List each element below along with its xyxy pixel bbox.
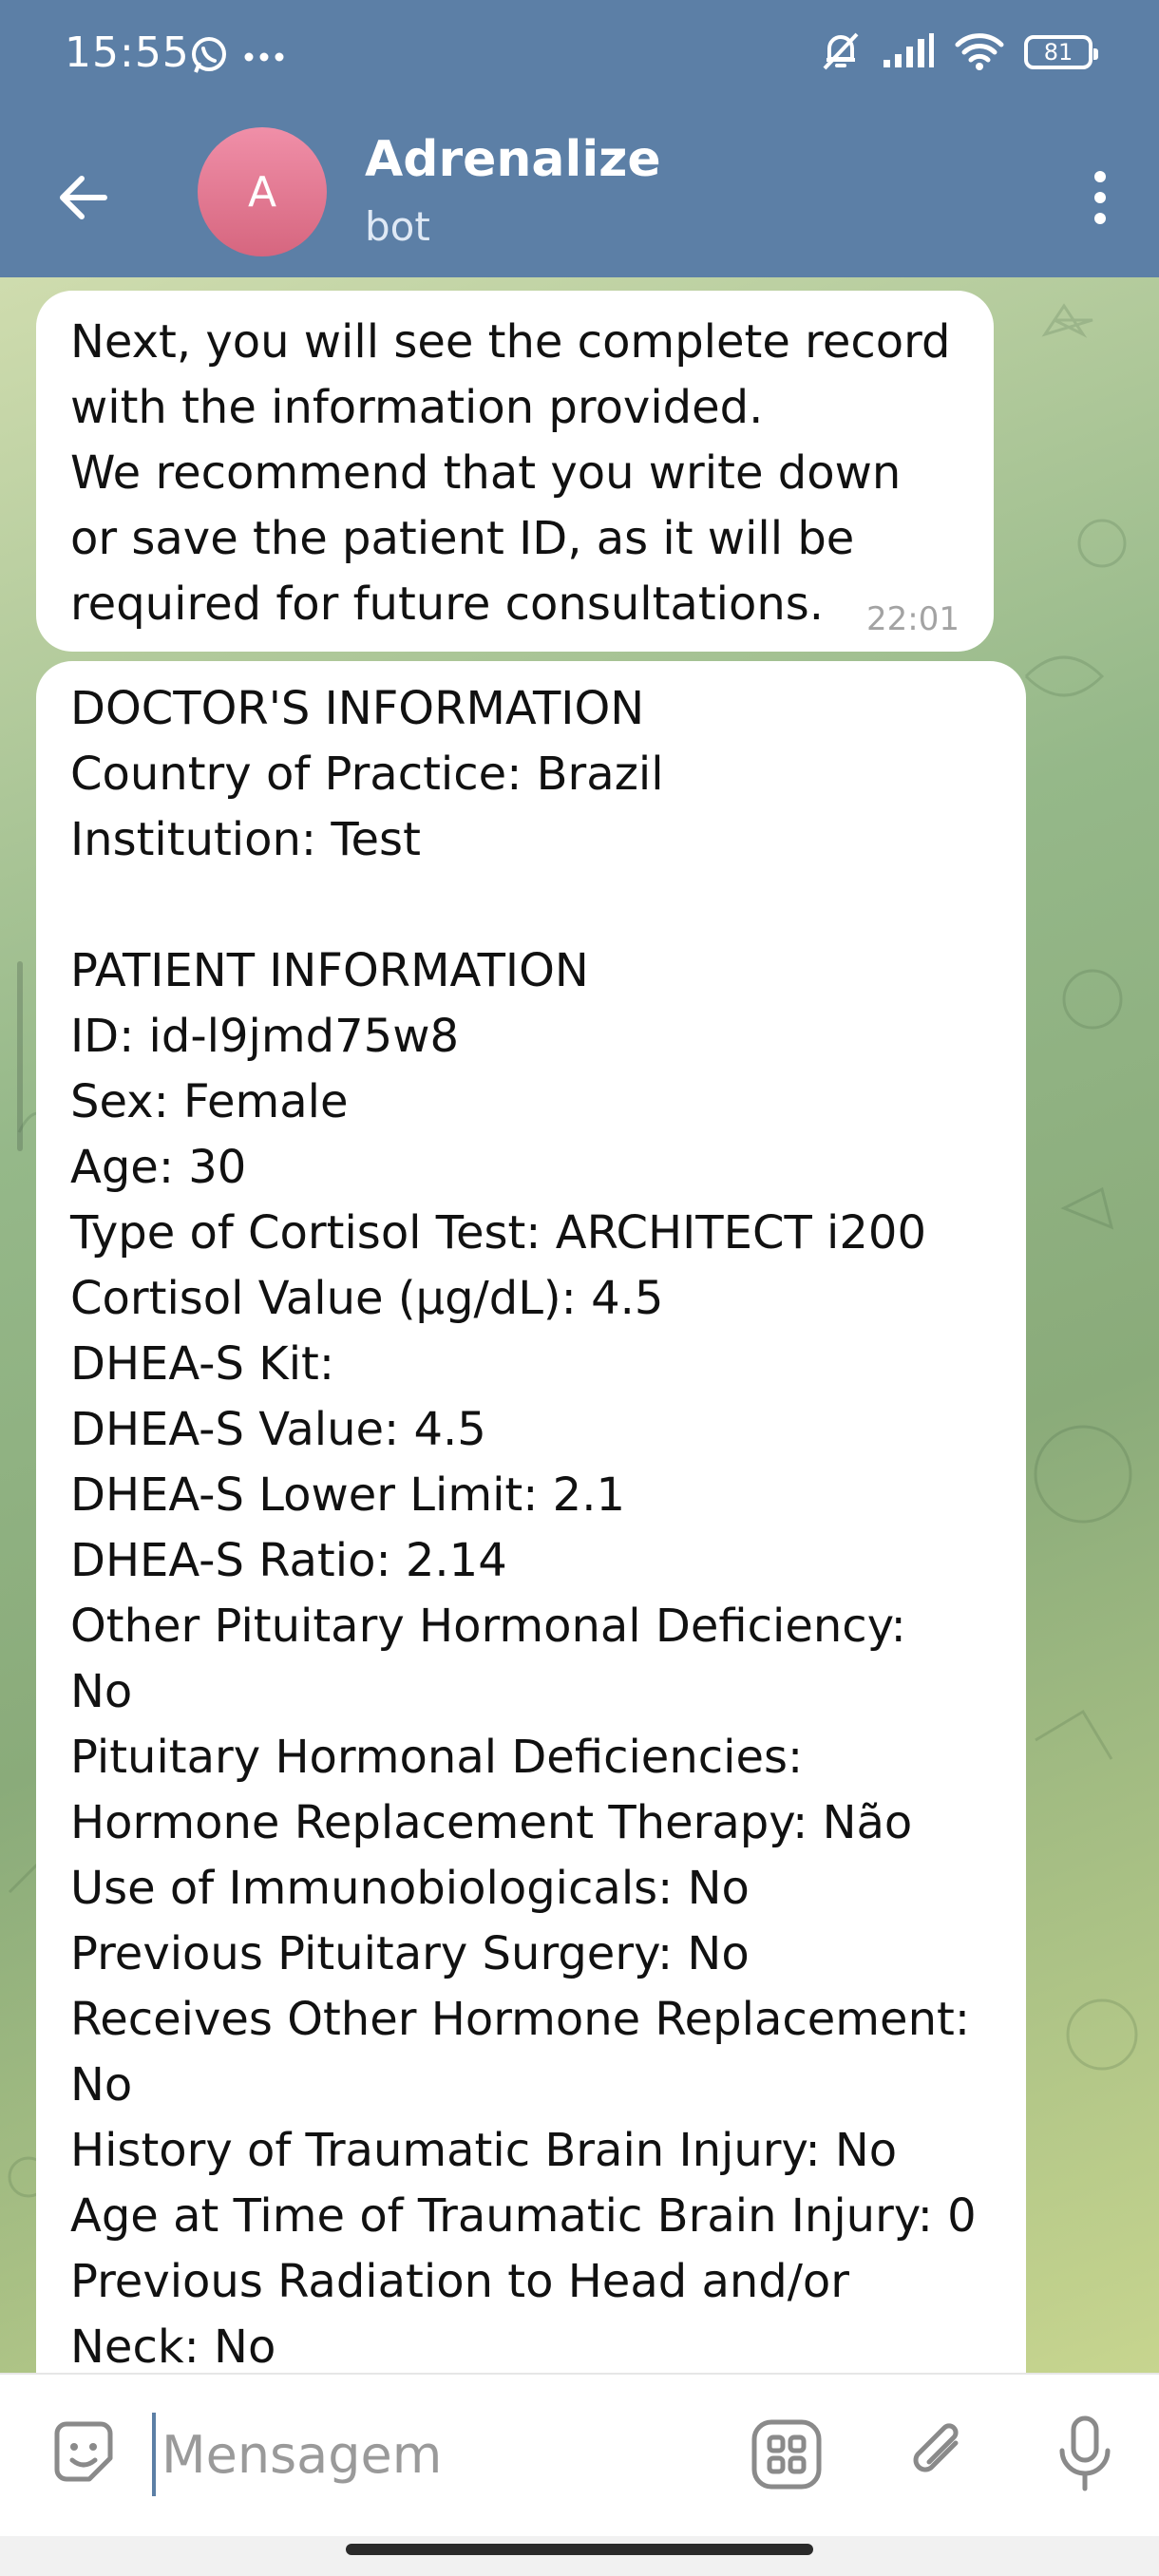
message-line: Age: 30 [70, 1141, 247, 1194]
message-line: with the information provided. [70, 381, 764, 434]
message-line: Neck: No [70, 2320, 276, 2373]
message-line: Next, you will see the complete record [70, 315, 951, 369]
kebab-dot [1094, 213, 1106, 224]
message-line: Type of Cortisol Test: ARCHITECT i200 [70, 1206, 926, 1260]
message-line: We recommend that you write down [70, 446, 902, 500]
mute-bell-icon [819, 28, 863, 76]
message-line: Previous Radiation to Head and/or [70, 2255, 850, 2308]
message-input[interactable] [152, 2413, 733, 2496]
message-line: required for future consultations. [70, 578, 825, 631]
emoji-button[interactable] [46, 2415, 122, 2491]
message-line [70, 873, 992, 938]
message-line: Institution: Test [70, 813, 421, 866]
message-line: Cortisol Value (µg/dL): 4.5 [70, 1272, 664, 1325]
chat-area[interactable]: Next, you will see the complete record w… [0, 277, 1159, 2373]
microphone-icon [1059, 2415, 1111, 2491]
message-line: DHEA-S Kit: [70, 1337, 335, 1391]
message-line: Receives Other Hormone Replacement: [70, 1993, 970, 2046]
more-options-button[interactable] [1070, 160, 1130, 236]
message-line: Other Pituitary Hormonal Deficiency: [70, 1600, 906, 1653]
status-bar: 15:55 81 [0, 0, 1159, 112]
message-line: DHEA-S Ratio: 2.14 [70, 1534, 507, 1587]
message-line: No [70, 1665, 133, 1718]
message-composer [0, 2373, 1159, 2538]
message-line: Pituitary Hormonal Deficiencies: [70, 1731, 804, 1784]
status-time: 15:55 [65, 28, 190, 77]
apps-icon [751, 2419, 822, 2490]
signal-icon [882, 31, 935, 73]
emoji-icon [54, 2421, 113, 2482]
message-line: DHEA-S Value: 4.5 [70, 1403, 486, 1456]
avatar[interactable]: A [198, 127, 327, 256]
apps-button[interactable] [749, 2416, 825, 2492]
voice-message-button[interactable] [1047, 2413, 1123, 2494]
scroll-indicator[interactable] [17, 961, 23, 1151]
chat-header: A Adrenalize bot [0, 112, 1159, 277]
message-line: DHEA-S Lower Limit: 2.1 [70, 1468, 626, 1522]
message-line: Use of Immunobiologicals: No [70, 1862, 750, 1915]
message-bubble[interactable]: DOCTOR'S INFORMATION Country of Practice… [36, 661, 1026, 2373]
system-nav-bar [0, 2536, 1159, 2576]
wifi-icon [954, 29, 1005, 75]
message-line: Country of Practice: Brazil [70, 748, 664, 801]
attach-button[interactable] [901, 2415, 977, 2491]
battery-icon: 81 [1024, 35, 1098, 69]
battery-level: 81 [1043, 39, 1074, 66]
message-line: No [70, 2058, 133, 2112]
more-notifications-icon [243, 48, 285, 66]
message-line: History of Traumatic Brain Injury: No [70, 2124, 898, 2177]
message-line: PATIENT INFORMATION [70, 944, 589, 997]
message-line: or save the patient ID, as it will be [70, 512, 855, 565]
kebab-dot [1094, 171, 1106, 182]
message-line: ID: id-l9jmd75w8 [70, 1010, 459, 1063]
arrow-left-icon [60, 176, 107, 219]
message-bubble[interactable]: Next, you will see the complete record w… [36, 291, 994, 652]
chat-subtitle: bot [365, 203, 430, 250]
message-line: DOCTOR'S INFORMATION [70, 682, 645, 735]
message-line: Sex: Female [70, 1075, 349, 1128]
kebab-dot [1094, 192, 1106, 203]
whatsapp-icon [188, 34, 230, 80]
status-left-icons [188, 34, 285, 80]
message-line: Age at Time of Traumatic Brain Injury: 0 [70, 2189, 977, 2243]
back-button[interactable] [49, 161, 122, 234]
paperclip-icon [913, 2423, 959, 2472]
chat-title[interactable]: Adrenalize [365, 131, 661, 188]
home-indicator[interactable] [346, 2544, 813, 2555]
status-right-icons: 81 [819, 28, 1098, 76]
message-time: 22:01 [866, 600, 960, 638]
avatar-letter: A [247, 167, 277, 217]
message-line: Hormone Replacement Therapy: Não [70, 1796, 913, 1849]
message-line: Previous Pituitary Surgery: No [70, 1927, 750, 1980]
